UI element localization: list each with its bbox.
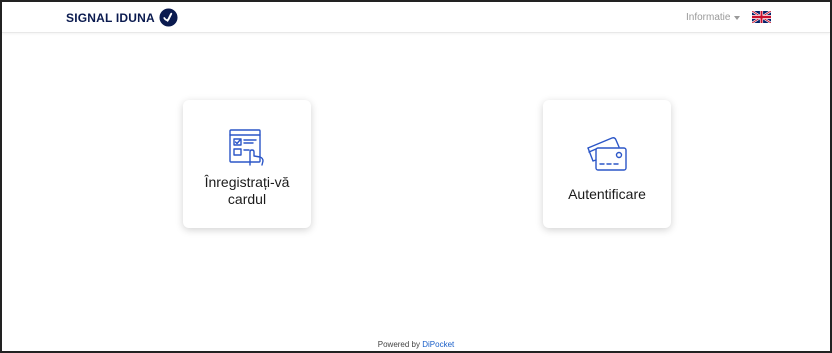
info-dropdown-label: Informatie <box>686 12 731 23</box>
info-dropdown[interactable]: Informatie <box>686 12 741 23</box>
top-header: SIGNAL IDUNA Informatie <box>2 2 830 33</box>
register-card-button[interactable]: Înregistrați-vă cardul <box>183 100 311 228</box>
login-card-button[interactable]: Autentificare <box>543 100 671 228</box>
powered-by-label: Powered by <box>377 340 420 349</box>
dipocket-link[interactable]: DiPocket <box>422 340 454 349</box>
footer: Powered by DiPocket <box>2 340 830 349</box>
brand-name: SIGNAL IDUNA <box>66 10 155 25</box>
brand[interactable]: SIGNAL IDUNA <box>66 8 178 27</box>
signal-iduna-logo-icon <box>159 8 178 27</box>
login-card-label: Autentificare <box>568 186 646 202</box>
register-card-label: Înregistrați-vă cardul <box>204 174 290 207</box>
credit-card-icon <box>587 137 627 171</box>
registration-form-icon <box>229 129 264 166</box>
page-frame: SIGNAL IDUNA Informatie Înregistrați-vă … <box>0 0 832 353</box>
chevron-down-icon <box>734 16 741 20</box>
uk-flag-icon[interactable] <box>752 11 771 23</box>
